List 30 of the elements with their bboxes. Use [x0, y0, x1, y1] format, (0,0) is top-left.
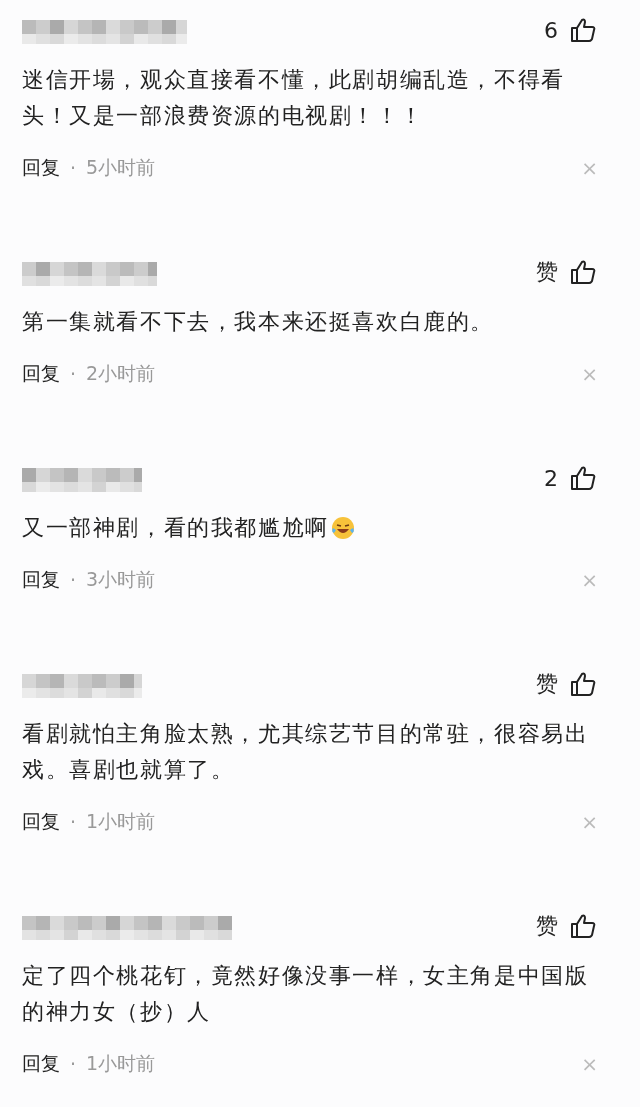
separator-dot: · [70, 811, 77, 833]
thumbs-up-icon[interactable] [570, 465, 596, 491]
comment-text: 第一集就看不下去，我本来还挺喜欢白鹿的。 [22, 308, 495, 336]
reply-link[interactable]: 回复 [22, 361, 60, 387]
comment-text: 定了四个桃花钉，竟然好像没事一样，女主角是中国版的神力女（抄）人 [22, 962, 590, 1026]
like-count[interactable]: 6 [544, 17, 558, 43]
thumbs-up-icon[interactable] [570, 913, 596, 939]
comment-text: 又一部神剧，看的我都尴尬啊 [22, 510, 597, 546]
like-count[interactable]: 赞 [536, 669, 558, 699]
comment-time: 5小时前 [86, 155, 156, 180]
comment-time: 2小时前 [86, 361, 156, 386]
thumbs-up-icon[interactable] [570, 671, 596, 697]
comment-text: 迷信开場，观众直接看不懂，此剧胡编乱造，不得看头！又是一部浪费资源的电视剧！！！ [22, 66, 566, 130]
comment-time: 1小时前 [86, 809, 156, 834]
comment-time: 1小时前 [86, 1051, 156, 1076]
separator-dot: · [70, 1053, 77, 1075]
separator-dot: · [70, 569, 77, 591]
reply-link[interactable]: 回复 [22, 155, 60, 181]
separator-dot: · [70, 157, 77, 179]
thumbs-up-icon[interactable] [570, 259, 596, 285]
reply-link[interactable]: 回复 [22, 1051, 60, 1077]
comment-time: 3小时前 [86, 567, 156, 592]
comment-text: 看剧就怕主角脸太熟，尤其综艺节目的常驻，很容易出戏。喜剧也就算了。 [22, 720, 590, 784]
separator-dot: · [70, 363, 77, 385]
like-count[interactable]: 2 [544, 465, 558, 491]
reply-link[interactable]: 回复 [22, 567, 60, 593]
like-count[interactable]: 赞 [536, 911, 558, 941]
like-count[interactable]: 赞 [536, 257, 558, 287]
reply-link[interactable]: 回复 [22, 809, 60, 835]
thumbs-up-icon[interactable] [570, 17, 596, 43]
